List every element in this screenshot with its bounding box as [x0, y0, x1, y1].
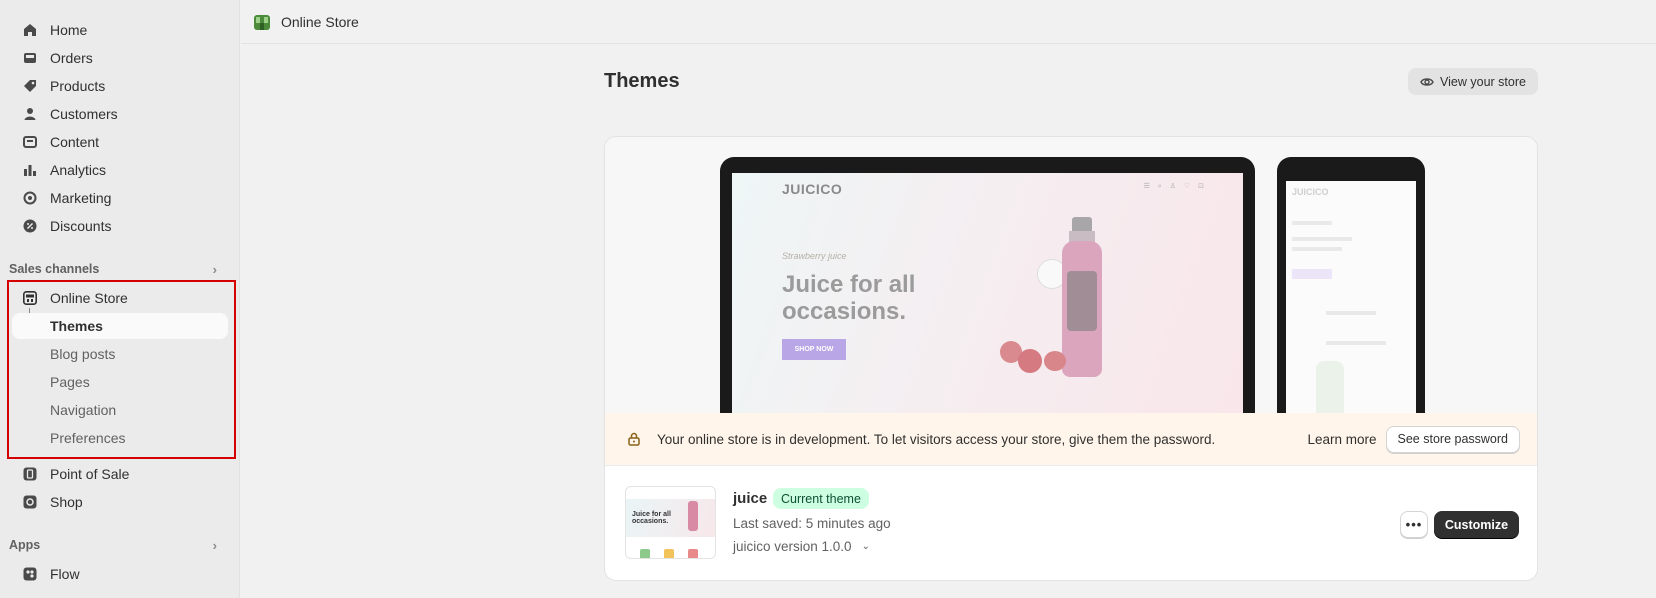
section-heading-label: Sales channels: [9, 262, 100, 276]
theme-thumbnail[interactable]: Juice for all occasions.: [625, 486, 716, 559]
target-icon: [23, 191, 37, 205]
chevron-down-icon: ⌄: [861, 541, 870, 552]
sidebar-item-analytics[interactable]: Analytics: [12, 157, 228, 183]
section-heading-label: Apps: [9, 538, 41, 552]
sidebar-item-label: Shop: [50, 494, 83, 510]
preview-brand-logo: JUICICO: [782, 181, 843, 197]
sidebar-item-blog-posts[interactable]: Blog posts: [12, 341, 228, 367]
tag-icon: [23, 79, 37, 93]
customize-button[interactable]: Customize: [1434, 511, 1519, 538]
sidebar-item-content[interactable]: Content: [12, 129, 228, 155]
sidebar-item-label: Analytics: [50, 162, 107, 178]
sidebar-item-label: Discounts: [50, 218, 112, 234]
top-bar: Online Store: [241, 0, 1656, 44]
sidebar-item-label: Content: [50, 134, 100, 150]
development-banner: Your online store is in development. To …: [605, 413, 1537, 465]
sidebar-item-label: Home: [50, 22, 88, 38]
sidebar-item-label: Customers: [50, 106, 118, 122]
view-store-label: View your store: [1440, 74, 1526, 89]
theme-version-label: juicico version 1.0.0: [733, 539, 852, 554]
view-store-button[interactable]: View your store: [1408, 68, 1538, 95]
topbar-title[interactable]: Online Store: [281, 14, 359, 30]
current-theme-badge: Current theme: [773, 488, 869, 509]
sidebar-item-label: Preferences: [50, 430, 126, 446]
sidebar-item-marketing[interactable]: Marketing: [12, 185, 228, 211]
page-title: Themes: [604, 70, 680, 92]
bar-chart-icon: [23, 163, 37, 177]
pos-icon: [23, 467, 37, 481]
preview-bottle-image: [1062, 217, 1102, 377]
sidebar-item-label: Blog posts: [50, 346, 116, 362]
person-icon: [23, 107, 37, 121]
preview-berry: [1044, 351, 1066, 371]
last-saved-text: Last saved: 5 minutes ago: [733, 516, 891, 531]
see-store-password-button[interactable]: See store password: [1385, 425, 1520, 453]
preview-headline: Juice for all occasions.: [782, 271, 916, 325]
sidebar-item-orders[interactable]: Orders: [12, 45, 228, 71]
chevron-right-icon: ›: [212, 537, 217, 553]
flow-icon: [23, 567, 37, 581]
sales-channels-heading[interactable]: Sales channels ›: [9, 259, 227, 279]
sidebar-item-themes[interactable]: Themes: [12, 313, 228, 339]
sidebar: Home Orders Products Customers Content A…: [0, 0, 240, 598]
desktop-preview-screen: JUICICO ☰ ⌕ ♙ ♡ ⊡ Strawberry juice Juice…: [732, 173, 1243, 413]
sidebar-item-label: Point of Sale: [50, 466, 130, 482]
sidebar-item-flow[interactable]: Flow: [12, 561, 228, 587]
eye-icon: [1420, 75, 1434, 89]
sidebar-item-label: Themes: [50, 318, 103, 334]
sidebar-item-shop[interactable]: Shop: [12, 489, 228, 515]
theme-name: juice: [733, 490, 768, 507]
sidebar-item-navigation[interactable]: Navigation: [12, 397, 228, 423]
mobile-preview-screen: JUICICO: [1286, 181, 1416, 413]
theme-version-dropdown[interactable]: juicico version 1.0.0 ⌄: [733, 539, 870, 554]
sidebar-item-discounts[interactable]: Discounts: [12, 213, 228, 239]
sidebar-item-label: Flow: [50, 566, 80, 582]
banner-message: Your online store is in development. To …: [657, 431, 1216, 447]
discount-icon: [23, 219, 37, 233]
sidebar-item-label: Marketing: [50, 190, 112, 206]
preview-berry: [1018, 349, 1042, 373]
store-icon: [23, 291, 37, 305]
inbox-icon: [23, 51, 37, 65]
sidebar-item-label: Orders: [50, 50, 93, 66]
lock-icon: [627, 432, 641, 446]
mobile-preview-frame: JUICICO: [1277, 157, 1425, 413]
sidebar-item-home[interactable]: Home: [12, 17, 228, 43]
apps-heading[interactable]: Apps ›: [9, 535, 227, 555]
theme-preview[interactable]: JUICICO ☰ ⌕ ♙ ♡ ⊡ Strawberry juice Juice…: [605, 137, 1537, 413]
online-store-icon: [253, 13, 271, 31]
chevron-right-icon: ›: [212, 261, 217, 277]
preview-header-icons: ☰ ⌕ ♙ ♡ ⊡: [1143, 183, 1207, 190]
learn-more-link[interactable]: Learn more: [1307, 432, 1376, 447]
sidebar-item-label: Products: [50, 78, 106, 94]
sidebar-item-products[interactable]: Products: [12, 73, 228, 99]
home-icon: [23, 23, 37, 37]
preview-brand-logo: JUICICO: [1292, 187, 1329, 197]
thumb-headline: Juice for all occasions.: [632, 511, 671, 525]
sidebar-item-customers[interactable]: Customers: [12, 101, 228, 127]
sidebar-item-label: Pages: [50, 374, 90, 390]
preview-cta: SHOP NOW: [782, 339, 846, 360]
sidebar-item-preferences[interactable]: Preferences: [12, 425, 228, 451]
more-actions-button[interactable]: •••: [1400, 511, 1428, 538]
preview-kicker: Strawberry juice: [782, 251, 847, 261]
sidebar-item-point-of-sale[interactable]: Point of Sale: [12, 461, 228, 487]
sidebar-item-label: Online Store: [50, 290, 128, 306]
theme-card: JUICICO ☰ ⌕ ♙ ♡ ⊡ Strawberry juice Juice…: [604, 136, 1538, 581]
shop-icon: [23, 495, 37, 509]
current-theme-row: Juice for all occasions. juice Current t…: [605, 465, 1537, 580]
content-icon: [23, 135, 37, 149]
sidebar-item-online-store[interactable]: Online Store: [12, 285, 228, 311]
desktop-preview-frame: JUICICO ☰ ⌕ ♙ ♡ ⊡ Strawberry juice Juice…: [720, 157, 1255, 413]
sidebar-item-label: Navigation: [50, 402, 117, 418]
sidebar-item-pages[interactable]: Pages: [12, 369, 228, 395]
